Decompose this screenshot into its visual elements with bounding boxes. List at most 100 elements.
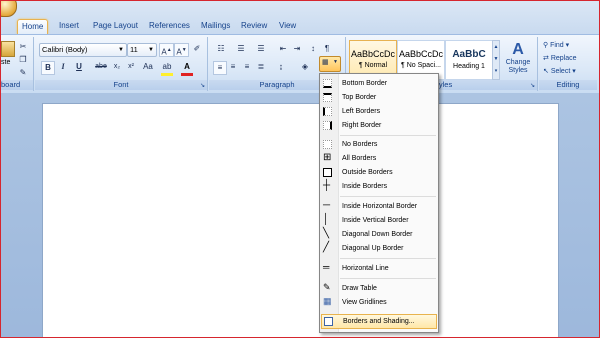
- increase-indent-icon[interactable]: ⇥: [291, 43, 303, 55]
- menu-item-all-borders[interactable]: ⊞ All Borders: [321, 152, 437, 165]
- tab-references[interactable]: References: [145, 19, 194, 33]
- horizontal-line-icon: ═: [323, 262, 330, 272]
- shrink-font-icon[interactable]: A▼: [174, 43, 189, 57]
- dialog-launcher-icon[interactable]: ↘: [200, 82, 205, 89]
- numbering-icon[interactable]: ☰: [233, 43, 249, 55]
- menu-item-label: View Gridlines: [342, 299, 387, 306]
- tab-view[interactable]: View: [275, 19, 300, 33]
- grow-font-icon[interactable]: A▲: [159, 43, 174, 57]
- menu-item-right-border[interactable]: Right Border: [321, 119, 437, 132]
- multilevel-list-icon[interactable]: ☰: [253, 43, 269, 55]
- cut-icon[interactable]: ✂: [17, 41, 29, 53]
- ribbon: ste ✂ ❐ ✎ board Calibri (Body) ▼ 11 ▼ A▲…: [1, 34, 599, 94]
- style-sample: AaBbCcDc: [350, 49, 395, 59]
- chevron-down-icon[interactable]: ▼: [118, 44, 124, 56]
- menu-item-diagonal-up-border[interactable]: ╱ Diagonal Up Border: [321, 242, 437, 255]
- copy-icon[interactable]: ❐: [17, 54, 29, 66]
- menu-item-top-border[interactable]: Top Border: [321, 91, 437, 104]
- menu-separator: [340, 196, 436, 197]
- find-button[interactable]: ⚲ Find ▾: [543, 41, 569, 49]
- menu-item-label: Left Borders: [342, 108, 381, 115]
- clear-formatting-icon[interactable]: ✐: [191, 43, 203, 55]
- line-spacing-icon[interactable]: ↨: [273, 61, 289, 73]
- tab-insert[interactable]: Insert: [55, 19, 83, 33]
- menu-item-inside-vertical-border[interactable]: │ Inside Vertical Border: [321, 214, 437, 227]
- menu-item-inside-horizontal-border[interactable]: ─ Inside Horizontal Border: [321, 200, 437, 213]
- menu-item-inside-borders[interactable]: ┼ Inside Borders: [321, 180, 437, 193]
- no-border-icon: [323, 140, 332, 149]
- font-family-select[interactable]: Calibri (Body) ▼: [39, 43, 127, 57]
- clipboard-group-label: board: [1, 80, 33, 90]
- paste-label[interactable]: ste: [1, 59, 10, 66]
- menu-item-label: Bottom Border: [342, 80, 388, 87]
- strikethrough-button[interactable]: abe: [93, 61, 109, 73]
- replace-button[interactable]: ⇄ Replace: [543, 54, 577, 62]
- word-window: Home Insert Page Layout References Maili…: [0, 0, 600, 338]
- align-center-icon[interactable]: ≡: [227, 61, 239, 73]
- select-button[interactable]: ↖ Select ▾: [543, 67, 576, 75]
- all-borders-icon: ⊞: [323, 152, 332, 163]
- borders-dropdown-button[interactable]: ▦ ▼: [319, 56, 341, 72]
- align-right-icon[interactable]: ≡: [241, 61, 253, 73]
- menu-item-label: Top Border: [342, 94, 377, 101]
- document-page[interactable]: [42, 103, 559, 337]
- view-gridlines-icon: ▦: [323, 296, 332, 306]
- chevron-down-icon: ▼: [333, 59, 338, 65]
- left-border-icon: [323, 107, 332, 116]
- subscript-button[interactable]: x₂: [111, 61, 123, 73]
- tab-mailings[interactable]: Mailings: [197, 19, 234, 33]
- show-hide-icon[interactable]: ¶: [321, 43, 333, 55]
- menu-item-horizontal-line[interactable]: ═ Horizontal Line: [321, 262, 437, 275]
- menu-item-bottom-border[interactable]: Bottom Border: [321, 77, 437, 90]
- menu-item-view-gridlines[interactable]: ▦ View Gridlines: [321, 296, 437, 309]
- cursor-icon: ↖: [543, 68, 551, 75]
- clipboard-group: ste ✂ ❐ ✎ board: [1, 37, 34, 91]
- menu-item-label: No Borders: [342, 141, 378, 148]
- tab-review[interactable]: Review: [237, 19, 271, 33]
- highlight-color-icon[interactable]: ab: [161, 61, 173, 76]
- tab-page-layout[interactable]: Page Layout: [89, 19, 142, 33]
- office-button-icon[interactable]: [1, 1, 17, 17]
- menu-item-label: Diagonal Up Border: [342, 245, 404, 252]
- tab-home[interactable]: Home: [17, 19, 49, 34]
- chevron-down-icon[interactable]: ▼: [148, 44, 154, 56]
- change-styles-icon: A: [512, 41, 524, 58]
- font-size-select[interactable]: 11 ▼: [127, 43, 157, 57]
- format-painter-icon[interactable]: ✎: [17, 67, 29, 79]
- font-group: Calibri (Body) ▼ 11 ▼ A▲ A▼ ✐ B I U abe …: [35, 37, 208, 91]
- superscript-button[interactable]: x²: [125, 61, 137, 73]
- menu-item-no-borders[interactable]: No Borders: [321, 138, 437, 151]
- font-color-icon[interactable]: A: [181, 61, 193, 76]
- paste-icon[interactable]: [1, 41, 15, 57]
- menu-item-draw-table[interactable]: ✎ Draw Table: [321, 282, 437, 295]
- menu-item-label: Inside Vertical Border: [342, 217, 409, 224]
- change-styles-button[interactable]: A Change Styles: [503, 41, 533, 75]
- style-name: ¶ Normal: [358, 62, 388, 69]
- decrease-indent-icon[interactable]: ⇤: [277, 43, 289, 55]
- menu-item-left-borders[interactable]: Left Borders: [321, 105, 437, 118]
- bold-button[interactable]: B: [41, 61, 55, 75]
- justify-icon[interactable]: ≣: [255, 61, 267, 73]
- underline-button[interactable]: U: [73, 61, 85, 73]
- bullets-icon[interactable]: ☷: [213, 43, 229, 55]
- italic-button[interactable]: I: [57, 61, 69, 73]
- dialog-launcher-icon[interactable]: ↘: [530, 82, 535, 89]
- align-left-icon[interactable]: ≡: [213, 61, 227, 75]
- style-heading-1[interactable]: AaBbC Heading 1: [445, 40, 493, 80]
- diagonal-down-border-icon: ╲: [323, 228, 330, 239]
- inside-borders-icon: ┼: [323, 180, 331, 191]
- sort-icon[interactable]: ↕: [307, 43, 319, 55]
- editing-group-label: Editing: [539, 80, 597, 90]
- style-sample: AaBbC: [452, 49, 486, 60]
- menu-item-label: Outside Borders: [342, 169, 393, 176]
- styles-scroll[interactable]: ▲ ▼ ▾: [492, 40, 500, 80]
- font-group-label: Font: [35, 80, 207, 90]
- menu-separator: [340, 278, 436, 279]
- menu-item-label: Diagonal Down Border: [342, 231, 413, 238]
- menu-item-borders-and-shading[interactable]: Borders and Shading...: [321, 314, 437, 329]
- menu-item-diagonal-down-border[interactable]: ╲ Diagonal Down Border: [321, 228, 437, 241]
- change-case-button[interactable]: Aa: [141, 61, 155, 73]
- menu-item-outside-borders[interactable]: Outside Borders: [321, 166, 437, 179]
- shading-icon[interactable]: ◈: [297, 61, 313, 73]
- document-area: [1, 93, 599, 337]
